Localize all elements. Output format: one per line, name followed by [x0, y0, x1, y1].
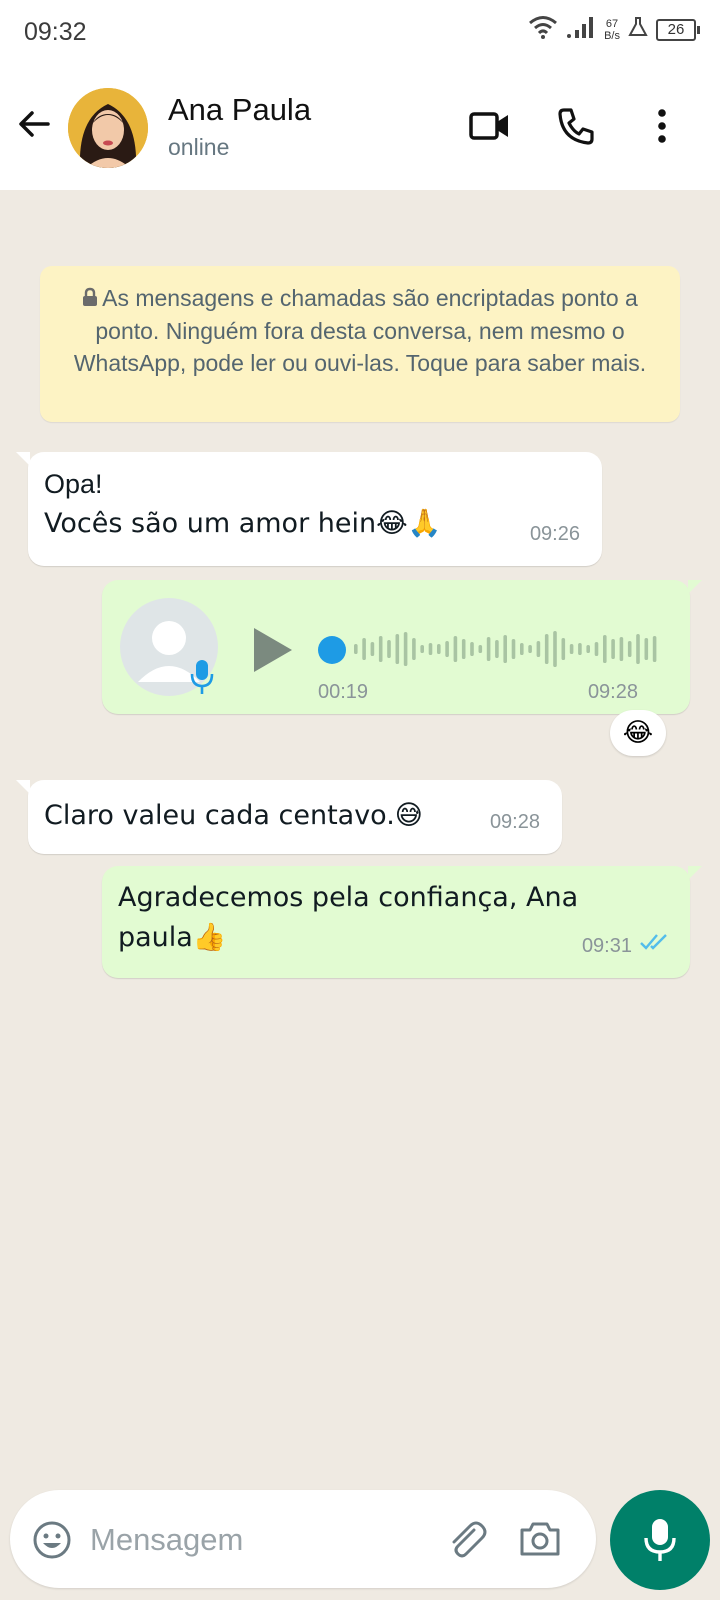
- waveform-bar: [578, 643, 582, 655]
- play-button[interactable]: [252, 626, 294, 685]
- playback-position-handle[interactable]: [318, 636, 346, 664]
- chat-header: Ana Paula online: [0, 64, 720, 190]
- message-time: 09:31: [581, 935, 632, 957]
- waveform-bar: [428, 643, 433, 655]
- message-bubble-incoming[interactable]: Opa! Vocês são um amor hein😂🙏 09:26: [16, 452, 602, 566]
- waveform-bar: [362, 638, 366, 660]
- waveform-bar: [486, 637, 491, 661]
- waveform-bar: [544, 634, 549, 664]
- waveform-bar: [644, 638, 649, 660]
- signal-icon: [566, 14, 596, 45]
- waveform-bar: [536, 641, 541, 657]
- waveform-bar: [395, 634, 400, 664]
- waveform-bar: [354, 644, 358, 654]
- net-speed-unit: B/s: [604, 29, 620, 42]
- waveform-bar: [561, 638, 566, 660]
- message-time: 09:28: [587, 681, 638, 703]
- net-speed: 67 B/s: [604, 18, 620, 42]
- video-camera-icon: [469, 112, 508, 140]
- audio-waveform[interactable]: [352, 624, 662, 674]
- waveform-bar: [503, 635, 507, 663]
- net-speed-value: 67: [605, 17, 619, 30]
- waveform-bar: [520, 643, 524, 655]
- waveform-bar: [420, 645, 424, 653]
- camera-icon: [520, 1522, 560, 1556]
- waveform-bar: [437, 644, 441, 654]
- waveform-bar: [594, 642, 599, 656]
- camera-button[interactable]: [518, 1518, 562, 1563]
- flask-icon: [628, 16, 648, 43]
- message-text: Agradecemos pela confiança, Ana paula👍: [118, 882, 579, 953]
- status-time: 09:32: [24, 18, 87, 46]
- microphone-badge-icon: [190, 656, 214, 707]
- presence-status: online: [168, 134, 230, 160]
- battery-icon: 26: [656, 18, 700, 41]
- paperclip-icon: [452, 1521, 487, 1558]
- waveform-bar: [528, 645, 532, 653]
- video-call-button[interactable]: [466, 102, 514, 150]
- emoji-button[interactable]: [32, 1520, 72, 1565]
- encryption-notice[interactable]: As mensagens e chamadas são encriptadas …: [40, 266, 680, 422]
- lock-icon: [82, 283, 98, 315]
- waveform-bar: [370, 642, 375, 656]
- waveform-bar: [553, 631, 557, 667]
- waveform-bar: [619, 637, 624, 661]
- more-options-button[interactable]: [638, 102, 686, 150]
- more-vertical-icon: [658, 109, 666, 143]
- waveform-bar: [627, 641, 632, 657]
- status-icons: 67 B/s 26: [528, 14, 700, 45]
- wifi-icon: [528, 14, 558, 45]
- encryption-notice-text: As mensagens e chamadas são encriptadas …: [73, 285, 647, 376]
- message-text: Vocês são um amor hein😂🙏: [44, 508, 442, 539]
- waveform-bar: [403, 632, 408, 666]
- waveform-bar: [495, 640, 499, 658]
- message-time: 09:26: [529, 523, 580, 545]
- arrow-left-icon: [19, 111, 50, 137]
- waveform-bar: [378, 636, 383, 662]
- message-composer: [10, 1490, 596, 1588]
- message-bubble-outgoing[interactable]: Agradecemos pela confiança, Ana paula👍 0…: [102, 866, 702, 978]
- waveform-bar: [478, 645, 483, 653]
- phone-icon: [558, 108, 594, 145]
- contact-name[interactable]: Ana Paula: [168, 92, 311, 128]
- microphone-icon: [644, 1519, 676, 1561]
- waveform-bar: [412, 638, 416, 660]
- waveform-bar: [603, 635, 607, 663]
- message-time: 09:28: [489, 811, 540, 833]
- waveform-bar: [470, 642, 474, 656]
- waveform-bar: [461, 639, 466, 659]
- back-button[interactable]: [14, 104, 54, 144]
- read-receipt-icon: [640, 922, 670, 962]
- chat-area[interactable]: As mensagens e chamadas são encriptadas …: [0, 190, 720, 1600]
- waveform-bar: [445, 641, 449, 657]
- status-bar: 09:32 67 B/s 26: [0, 0, 720, 64]
- waveform-bar: [569, 644, 574, 654]
- message-input[interactable]: [88, 1512, 412, 1568]
- waveform-bar: [453, 636, 458, 662]
- waveform-bar: [652, 636, 657, 662]
- message-text: Claro valeu cada centavo.😅: [44, 800, 423, 831]
- battery-level: 26: [656, 18, 696, 41]
- voice-message-bubble[interactable]: 00:19 09:28: [102, 580, 702, 714]
- message-text: Opa!: [44, 469, 103, 499]
- voice-duration: 00:19: [318, 681, 369, 703]
- attach-button[interactable]: [444, 1518, 488, 1567]
- waveform-bar: [511, 639, 516, 659]
- waveform-bar: [387, 640, 391, 658]
- play-icon: [254, 628, 292, 672]
- waveform-bar: [636, 634, 640, 664]
- voice-call-button[interactable]: [552, 102, 600, 150]
- record-voice-button[interactable]: [610, 1490, 710, 1590]
- message-bubble-incoming[interactable]: Claro valeu cada centavo.😅 09:28: [16, 780, 562, 854]
- emoji-icon: [33, 1521, 71, 1559]
- waveform-bar: [586, 645, 590, 653]
- avatar-photo-icon: [68, 88, 148, 168]
- waveform-bar: [611, 639, 615, 659]
- contact-avatar[interactable]: [68, 88, 148, 168]
- reaction-badge[interactable]: 😂: [610, 710, 666, 756]
